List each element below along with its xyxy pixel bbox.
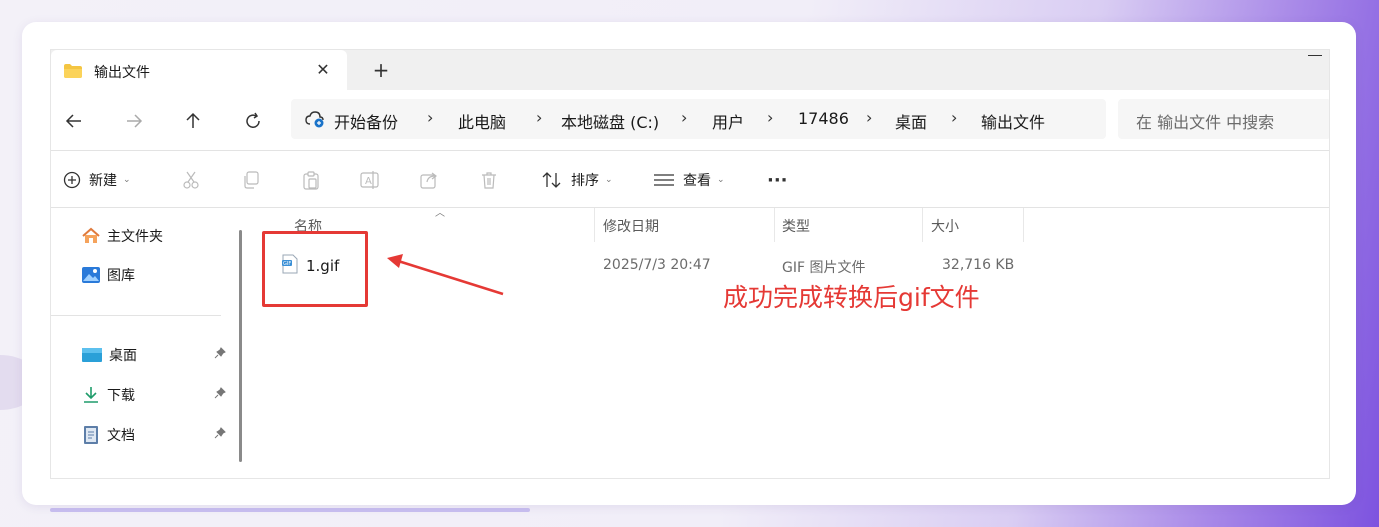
plus-circle-icon <box>63 171 81 189</box>
column-header-modified[interactable]: 修改日期 <box>603 216 659 236</box>
rename-icon: A <box>360 171 379 189</box>
home-icon <box>82 227 100 243</box>
chevron-right-icon[interactable]: › <box>536 108 542 127</box>
new-button[interactable]: 新建 ⌄ <box>63 168 131 192</box>
sort-ascending-icon: ︿ <box>435 208 445 219</box>
sidebar-scrollbar[interactable] <box>239 230 242 462</box>
breadcrumb-users[interactable]: 用户 <box>712 109 744 133</box>
view-icon <box>654 174 674 186</box>
annotation-highlight-box <box>262 231 368 307</box>
command-bar: 新建 ⌄ A 排序 ⌄ 查看 ⌄ ··· <box>51 151 1329 207</box>
sort-button[interactable]: 排序 ⌄ <box>541 168 613 192</box>
column-header-type[interactable]: 类型 <box>782 216 810 236</box>
paste-icon <box>303 171 319 190</box>
copy-button[interactable] <box>241 168 261 192</box>
pin-icon[interactable] <box>214 387 226 402</box>
breadcrumb-local-disk[interactable]: 本地磁盘 (C:) <box>561 109 659 133</box>
share-icon <box>420 172 437 189</box>
sidebar-item-desktop[interactable]: 桌面 <box>81 343 137 367</box>
chevron-right-icon[interactable]: › <box>866 108 872 127</box>
refresh-button[interactable] <box>240 108 266 134</box>
navigation-bar: 开始备份 › 此电脑 › 本地磁盘 (C:) › 用户 › 17486 › 桌面… <box>51 90 1329 150</box>
close-tab-icon[interactable]: ✕ <box>313 60 333 80</box>
chevron-down-icon: ⌄ <box>605 175 613 185</box>
file-size: 32,716 KB <box>942 257 1015 273</box>
chevron-right-icon[interactable]: › <box>427 108 433 127</box>
refresh-icon <box>246 112 260 128</box>
sidebar-divider <box>51 315 221 316</box>
pin-icon[interactable] <box>214 427 226 442</box>
forward-button[interactable] <box>121 108 147 134</box>
svg-text:A: A <box>365 176 372 187</box>
file-type: GIF 图片文件 <box>782 260 866 276</box>
cut-button[interactable] <box>181 168 201 192</box>
background-underline <box>50 508 530 512</box>
cut-icon <box>183 171 199 189</box>
breadcrumb-backup[interactable]: 开始备份 <box>334 109 398 133</box>
search-input[interactable]: 在 输出文件 中搜索 <box>1118 99 1329 139</box>
trash-icon <box>482 172 496 189</box>
arrow-right-icon <box>127 114 143 128</box>
arrow-up-icon <box>186 112 200 128</box>
sidebar-item-gallery[interactable]: 图库 <box>81 263 135 287</box>
address-bar[interactable]: 开始备份 › 此电脑 › 本地磁盘 (C:) › 用户 › 17486 › 桌面… <box>291 99 1106 139</box>
file-modified: 2025/7/3 20:47 <box>603 257 711 273</box>
rename-button[interactable]: A <box>359 168 381 192</box>
delete-button[interactable] <box>479 168 499 192</box>
search-placeholder: 在 输出文件 中搜索 <box>1136 113 1275 132</box>
chevron-down-icon: ⌄ <box>123 175 131 185</box>
download-icon <box>84 387 98 403</box>
file-explorer-window: 输出文件 ✕ + 开始备份 › 此电脑 › 本地磁盘 (C:) › 用户 › 1… <box>50 49 1330 479</box>
column-divider[interactable] <box>774 208 775 242</box>
desktop-icon <box>82 348 102 362</box>
tab-strip: 输出文件 ✕ + <box>51 50 1329 90</box>
gallery-icon <box>82 267 100 283</box>
folder-icon <box>63 63 83 83</box>
backup-cloud-icon <box>305 110 325 132</box>
file-list: ︿ 名称 修改日期 类型 大小 GIF 1.gif 2025/7/3 20:47… <box>251 208 1329 478</box>
annotation-text: 成功完成转换后gif文件 <box>723 283 980 312</box>
column-divider[interactable] <box>1023 208 1024 242</box>
arrow-left-icon <box>65 114 81 128</box>
column-header-size[interactable]: 大小 <box>931 216 959 236</box>
breadcrumb-this-pc[interactable]: 此电脑 <box>458 109 506 133</box>
back-button[interactable] <box>61 108 87 134</box>
paste-button[interactable] <box>301 168 321 192</box>
sidebar-item-downloads[interactable]: 下载 <box>81 383 135 407</box>
sidebar-item-home[interactable]: 主文件夹 <box>81 224 163 248</box>
column-divider[interactable] <box>594 208 595 242</box>
tab-title: 输出文件 <box>94 65 150 81</box>
new-tab-button[interactable]: + <box>369 58 393 82</box>
minimize-button[interactable] <box>1308 55 1322 56</box>
chevron-down-icon: ⌄ <box>717 175 725 185</box>
navigation-pane: 主文件夹 图库 桌面 下载 文档 <box>51 208 242 478</box>
share-button[interactable] <box>419 168 439 192</box>
up-button[interactable] <box>180 108 206 134</box>
sidebar-item-documents[interactable]: 文档 <box>81 423 135 447</box>
breadcrumb-desktop[interactable]: 桌面 <box>895 109 927 133</box>
breadcrumb-user-id[interactable]: 17486 <box>798 109 849 128</box>
chevron-right-icon[interactable]: › <box>767 108 773 127</box>
chevron-right-icon[interactable]: › <box>681 108 687 127</box>
view-button[interactable]: 查看 ⌄ <box>653 168 725 192</box>
more-options-button[interactable]: ··· <box>767 168 788 192</box>
tab-output-folder[interactable]: 输出文件 ✕ <box>51 50 347 90</box>
document-icon <box>84 426 98 444</box>
annotation-arrow <box>387 254 504 296</box>
chevron-right-icon[interactable]: › <box>951 108 957 127</box>
breadcrumb-output-folder[interactable]: 输出文件 <box>981 109 1045 133</box>
column-divider[interactable] <box>922 208 923 242</box>
pin-icon[interactable] <box>214 347 226 362</box>
copy-icon <box>244 171 259 189</box>
sort-icon <box>542 172 561 188</box>
